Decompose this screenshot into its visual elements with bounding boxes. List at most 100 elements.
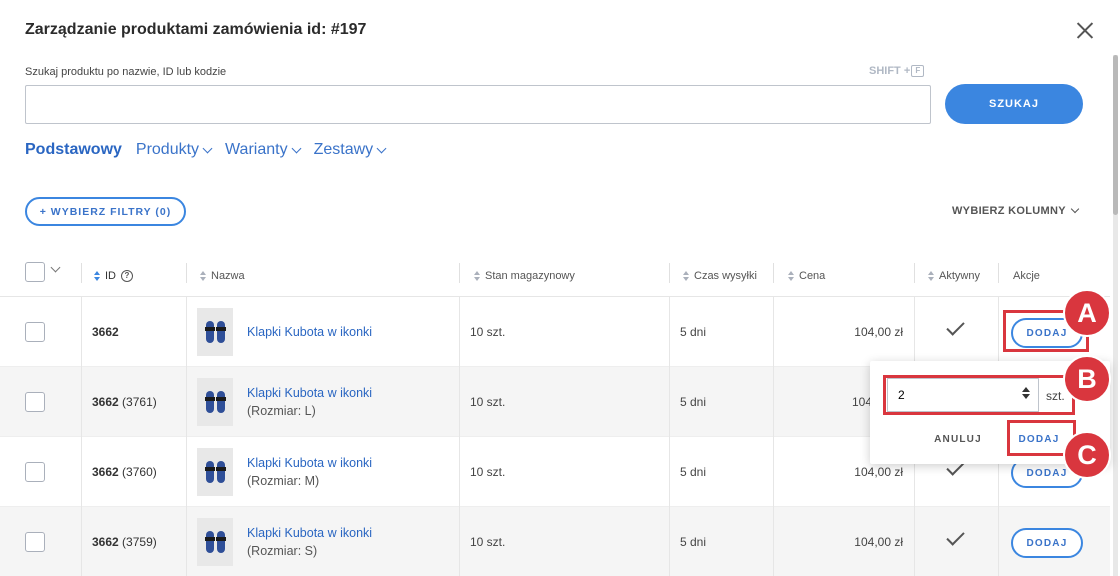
select-all-checkbox[interactable] <box>25 262 45 282</box>
stepper-arrows-icon[interactable] <box>1022 387 1030 401</box>
product-name-link[interactable]: Klapki Kubota w ikonki <box>247 386 372 400</box>
confirm-add-button[interactable]: DODAJ <box>1008 424 1070 454</box>
annotation-badge-c: C <box>1063 431 1111 479</box>
tab-variants[interactable]: Warianty <box>225 141 302 159</box>
cell-divider <box>773 297 774 367</box>
column-shipping[interactable]: Czas wysyłki <box>683 254 757 297</box>
product-thumbnail <box>197 448 233 496</box>
cancel-button[interactable]: ANULUJ <box>922 427 994 451</box>
stock-value: 10 szt. <box>470 395 506 409</box>
variant-id: (3760) <box>122 465 157 479</box>
tab-basic-label: Podstawowy <box>25 141 122 158</box>
search-shortcut-hint: SHIFT + F <box>869 65 925 78</box>
column-divider <box>186 263 187 283</box>
cell-divider <box>81 437 82 507</box>
annotation-badge-a: A <box>1063 289 1111 337</box>
column-name-label: Nazwa <box>211 269 245 282</box>
chevron-down-icon <box>291 143 302 153</box>
chevron-down-icon <box>1070 204 1080 214</box>
tab-products-label: Produkty <box>135 141 200 158</box>
manage-products-modal: Zarządzanie produktami zamówienia id: #1… <box>0 0 1120 576</box>
variant-id: (3759) <box>122 535 157 549</box>
scrollbar-thumb[interactable] <box>1113 55 1118 215</box>
cell-divider <box>914 297 915 367</box>
variant-id: (3761) <box>122 395 157 409</box>
product-id-main: 3662 <box>92 465 119 479</box>
column-id[interactable]: ID ? <box>94 254 133 297</box>
cell-divider <box>669 507 670 576</box>
cell-divider <box>459 367 460 437</box>
choose-columns-label: WYBIERZ KOLUMNY <box>952 205 1066 217</box>
tab-products[interactable]: Produkty <box>135 141 213 159</box>
column-divider <box>669 263 670 283</box>
product-name-link[interactable]: Klapki Kubota w ikonki <box>247 456 372 470</box>
column-shipping-label: Czas wysyłki <box>694 269 757 282</box>
product-thumbnail <box>197 518 233 566</box>
tab-sets-label: Zestawy <box>313 141 374 158</box>
table-row: 3662 Klapki Kubota w ikonki 10 szt. 5 dn… <box>0 297 1110 367</box>
sort-icon <box>683 270 689 281</box>
column-stock-label: Stan magazynowy <box>485 269 575 282</box>
search-input[interactable] <box>25 85 931 124</box>
cell-divider <box>459 297 460 367</box>
price-value: 104,00 zł <box>854 465 903 479</box>
sort-icon <box>928 270 934 281</box>
shortcut-text: SHIFT + <box>869 65 911 77</box>
scrollbar[interactable] <box>1113 55 1118 576</box>
quantity-input[interactable] <box>887 378 1039 412</box>
product-id-main: 3662 <box>92 395 119 409</box>
product-id: 3662 (3760) <box>92 465 157 479</box>
stock-value: 10 szt. <box>470 325 506 339</box>
product-name-link[interactable]: Klapki Kubota w ikonki <box>247 325 372 339</box>
product-id: 3662 (3761) <box>92 395 157 409</box>
product-name-link[interactable]: Klapki Kubota w ikonki <box>247 526 372 540</box>
checkmark-icon <box>946 462 966 476</box>
cell-divider <box>669 437 670 507</box>
product-id-main: 3662 <box>92 325 119 339</box>
product-id: 3662 <box>92 325 119 339</box>
column-price[interactable]: Cena <box>788 254 825 297</box>
product-thumbnail <box>197 308 233 356</box>
annotation-badge-b: B <box>1063 355 1111 403</box>
tab-basic[interactable]: Podstawowy <box>25 141 122 159</box>
stock-value: 10 szt. <box>470 465 506 479</box>
chevron-down-icon <box>202 143 213 153</box>
price-value: 104,00 zł <box>854 535 903 549</box>
row-checkbox[interactable] <box>25 462 45 482</box>
stock-value: 10 szt. <box>470 535 506 549</box>
sort-icon <box>94 270 100 281</box>
column-stock[interactable]: Stan magazynowy <box>474 254 575 297</box>
tab-sets[interactable]: Zestawy <box>313 141 387 159</box>
table-row: 3662 (3759) Klapki Kubota w ikonki (Rozm… <box>0 507 1110 576</box>
row-checkbox[interactable] <box>25 392 45 412</box>
tab-variants-label: Warianty <box>225 141 288 158</box>
column-actions: Akcje <box>1013 254 1040 297</box>
search-button[interactable]: SZUKAJ <box>945 84 1083 124</box>
cell-divider <box>773 437 774 507</box>
variant-size: (Rozmiar: L) <box>247 404 316 418</box>
cell-divider <box>81 507 82 576</box>
add-button[interactable]: DODAJ <box>1011 528 1083 558</box>
product-type-tabs: Podstawowy Produkty Warianty Zestawy <box>25 141 387 159</box>
close-icon[interactable] <box>1072 18 1098 44</box>
shipping-time: 5 dni <box>680 465 707 479</box>
shortcut-key-icon: F <box>911 65 925 78</box>
modal-title: Zarządzanie produktami zamówienia id: #1… <box>25 21 367 38</box>
cell-divider <box>186 367 187 437</box>
cell-divider <box>459 437 460 507</box>
row-checkbox[interactable] <box>25 532 45 552</box>
help-icon[interactable]: ? <box>121 269 133 282</box>
table-header: ID ? Nazwa Stan magazynowy Czas wysyłki … <box>0 254 1110 297</box>
column-active[interactable]: Aktywny <box>928 254 980 297</box>
price-value: 104,00 zł <box>854 325 903 339</box>
cell-divider <box>186 437 187 507</box>
cell-divider <box>669 297 670 367</box>
cell-divider <box>998 507 999 576</box>
choose-columns-button[interactable]: WYBIERZ KOLUMNY <box>952 204 1080 217</box>
cell-divider <box>669 367 670 437</box>
variant-size: (Rozmiar: M) <box>247 474 320 488</box>
column-name[interactable]: Nazwa <box>200 254 245 297</box>
column-id-label: ID <box>105 269 116 282</box>
choose-filters-button[interactable]: + WYBIERZ FILTRY (0) <box>25 197 186 226</box>
row-checkbox[interactable] <box>25 322 45 342</box>
